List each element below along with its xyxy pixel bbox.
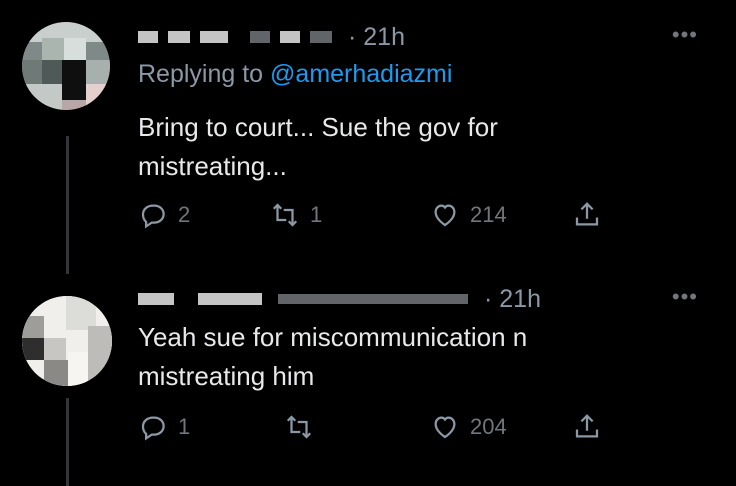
timestamp[interactable]: · 21h [484,285,541,314]
replying-to-handle[interactable]: @amerhadiazmi [270,60,452,88]
redacted-name [168,31,190,43]
redacted-handle [278,294,468,304]
like-count: 214 [470,202,507,227]
redacted-handle [250,31,270,43]
thread-line [66,136,69,274]
replying-to: Replying to @amerhadiazmi [138,60,452,89]
redacted-handle [280,31,300,43]
more-horizontal-icon[interactable]: ••• [672,284,698,310]
share-button[interactable] [572,200,602,230]
tweet-header: · 21h [138,282,541,316]
like-button[interactable]: 204 [430,412,507,442]
redacted-handle [310,31,332,43]
share-button[interactable] [572,412,602,442]
like-button[interactable]: 214 [430,200,507,230]
tweet-reply-2[interactable]: · 21h ••• Yeah sue for miscommunication … [0,280,736,486]
tweet-reply-1[interactable]: · 21h ••• Replying to @amerhadiazmi Brin… [0,0,736,280]
redacted-name [200,31,228,43]
retweet-icon [272,203,298,227]
retweet-icon [286,415,312,439]
tweet-text: Bring to court... Sue the gov for mistre… [138,112,498,181]
reply-icon [141,416,165,441]
tweet-text: Yeah sue for miscommunication n mistreat… [138,322,528,391]
like-count: 204 [470,414,507,439]
retweet-button[interactable] [284,412,324,442]
thread-line [66,398,69,486]
heart-icon [434,416,456,439]
avatar[interactable] [22,22,110,110]
retweet-button[interactable]: 1 [270,200,322,230]
reply-icon [141,204,165,229]
reply-button[interactable]: 1 [138,412,190,442]
tweet-header: · 21h [138,20,405,54]
replying-to-label: Replying to [138,60,271,88]
redacted-name [138,31,158,43]
reply-button[interactable]: 2 [138,200,190,230]
share-icon [575,414,599,438]
avatar[interactable] [22,296,112,386]
retweet-count: 1 [310,202,323,227]
redacted-name [138,293,174,305]
heart-icon [434,204,456,227]
timestamp[interactable]: · 21h [348,23,405,52]
reply-count: 2 [178,202,191,227]
share-icon [575,202,599,226]
more-horizontal-icon[interactable]: ••• [672,22,698,48]
reply-count: 1 [178,414,191,439]
redacted-name [198,293,262,305]
